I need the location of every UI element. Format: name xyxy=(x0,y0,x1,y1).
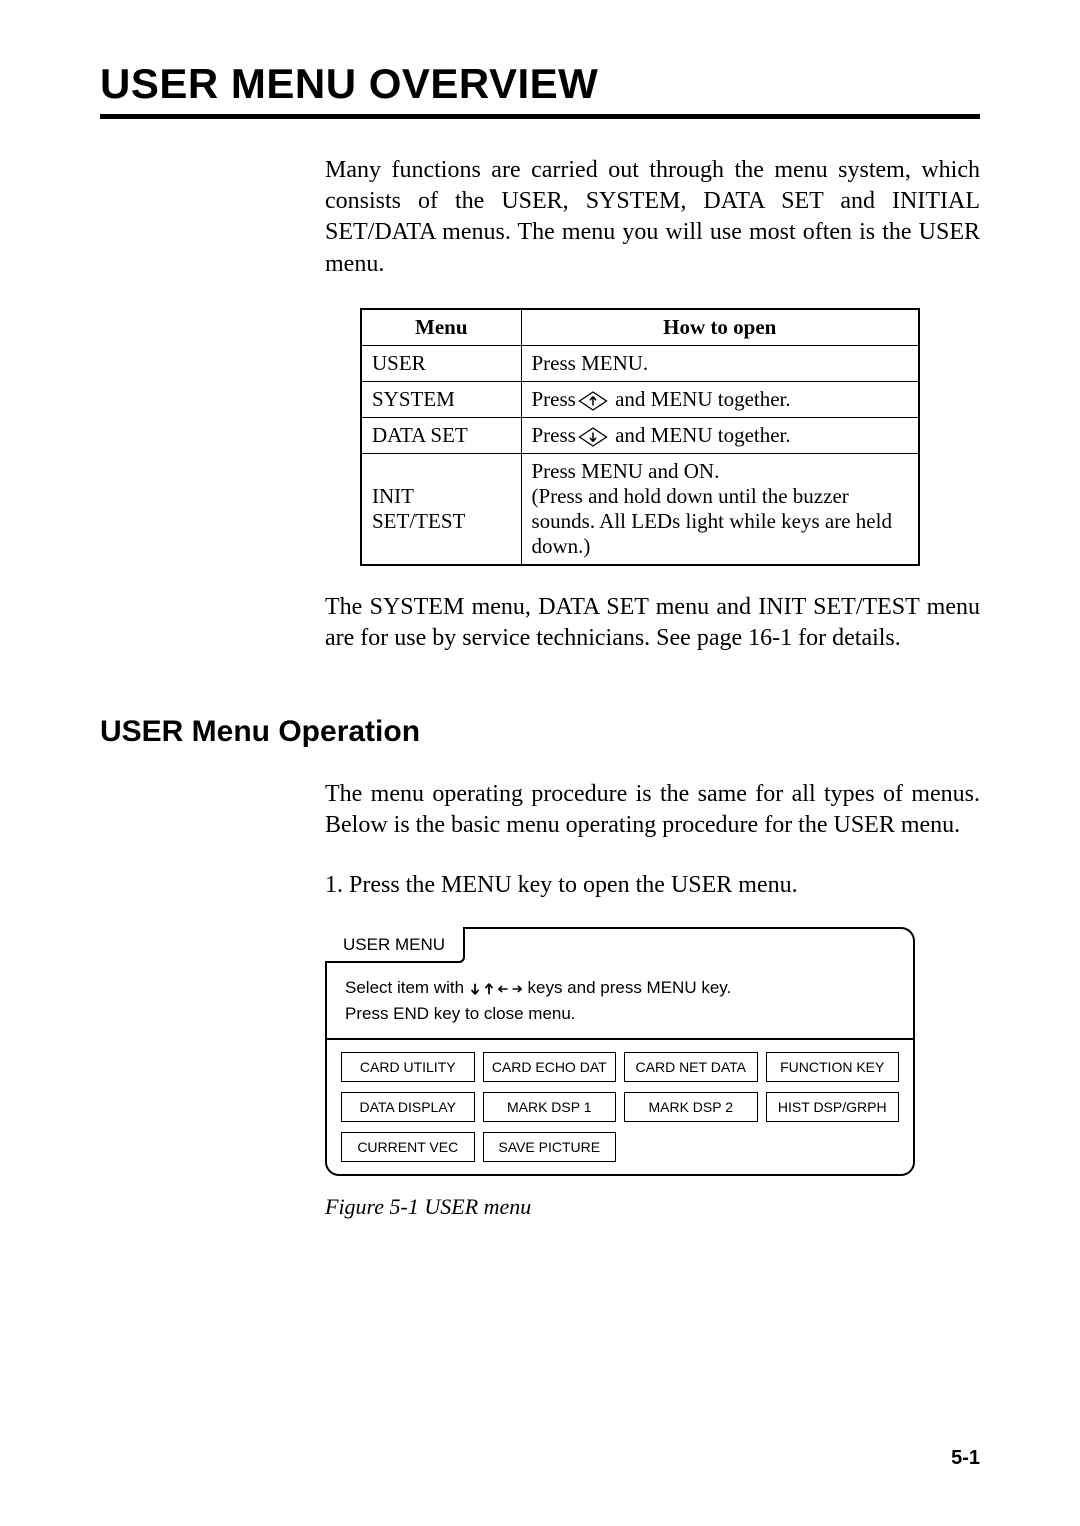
menu-buttons-grid: CARD UTILITY CARD ECHO DAT CARD NET DATA… xyxy=(327,1040,913,1162)
table-row: SYSTEM Press and MENU together. xyxy=(361,381,919,417)
table-cell-menu: DATA SET xyxy=(361,417,521,453)
menu-button-card-utility[interactable]: CARD UTILITY xyxy=(341,1052,475,1082)
how-post-text: and MENU together. xyxy=(610,387,791,411)
page-number: 5-1 xyxy=(951,1447,980,1470)
table-header-how: How to open xyxy=(521,309,919,346)
menu-button-hist-dsp-grph[interactable]: HIST DSP/GRPH xyxy=(766,1092,900,1122)
menu-button-save-picture[interactable]: SAVE PICTURE xyxy=(483,1132,617,1162)
figure-caption: Figure 5-1 USER menu xyxy=(325,1194,980,1220)
table-row: DATA SET Press and MENU together. xyxy=(361,417,919,453)
table-header-menu: Menu xyxy=(361,309,521,346)
table-cell-how: Press and MENU together. xyxy=(521,417,919,453)
how-pre-text: Press xyxy=(532,423,576,447)
menu-button-current-vec[interactable]: CURRENT VEC xyxy=(341,1132,475,1162)
menu-button-card-net-data[interactable]: CARD NET DATA xyxy=(624,1052,758,1082)
how-pre-text: Press xyxy=(532,387,576,411)
intro-paragraph: Many functions are carried out through t… xyxy=(325,155,980,280)
menu-button-card-echo-dat[interactable]: CARD ECHO DAT xyxy=(483,1052,617,1082)
table-cell-menu: USER xyxy=(361,345,521,381)
diamond-up-arrow-icon xyxy=(578,390,608,412)
how-post-text: and MENU together. xyxy=(610,423,791,447)
menu-box-tab: USER MENU xyxy=(325,927,465,963)
menu-box-instructions: Select item with keys and press MENU key… xyxy=(327,963,913,1040)
arrow-keys-icon xyxy=(469,982,523,996)
instr-post: keys and press MENU key. xyxy=(523,978,731,997)
menu-table: Menu How to open USER Press MENU. SYSTEM… xyxy=(360,308,920,566)
table-row: USER Press MENU. xyxy=(361,345,919,381)
menu-button-mark-dsp-2[interactable]: MARK DSP 2 xyxy=(624,1092,758,1122)
table-cell-how: Press MENU and ON. (Press and hold down … xyxy=(521,454,919,566)
menu-button-data-display[interactable]: DATA DISPLAY xyxy=(341,1092,475,1122)
user-menu-box: USER MENU Select item with keys and pres… xyxy=(325,927,915,1176)
instr-pre: Select item with xyxy=(345,978,469,997)
instr-line2: Press END key to close menu. xyxy=(345,1004,576,1023)
subheading: USER Menu Operation xyxy=(100,715,980,749)
step-1: 1. Press the MENU key to open the USER m… xyxy=(325,869,980,901)
table-cell-menu: INIT SET/TEST xyxy=(361,454,521,566)
menu-button-mark-dsp-1[interactable]: MARK DSP 1 xyxy=(483,1092,617,1122)
table-cell-how: Press MENU. xyxy=(521,345,919,381)
operation-intro: The menu operating procedure is the same… xyxy=(325,779,980,841)
table-cell-how: Press and MENU together. xyxy=(521,381,919,417)
title-underline xyxy=(100,114,980,119)
table-row: INIT SET/TEST Press MENU and ON. (Press … xyxy=(361,454,919,566)
post-table-paragraph: The SYSTEM menu, DATA SET menu and INIT … xyxy=(325,592,980,654)
page-title: USER MENU OVERVIEW xyxy=(100,60,980,108)
table-cell-menu: SYSTEM xyxy=(361,381,521,417)
diamond-down-arrow-icon xyxy=(578,426,608,448)
menu-button-function-key[interactable]: FUNCTION KEY xyxy=(766,1052,900,1082)
